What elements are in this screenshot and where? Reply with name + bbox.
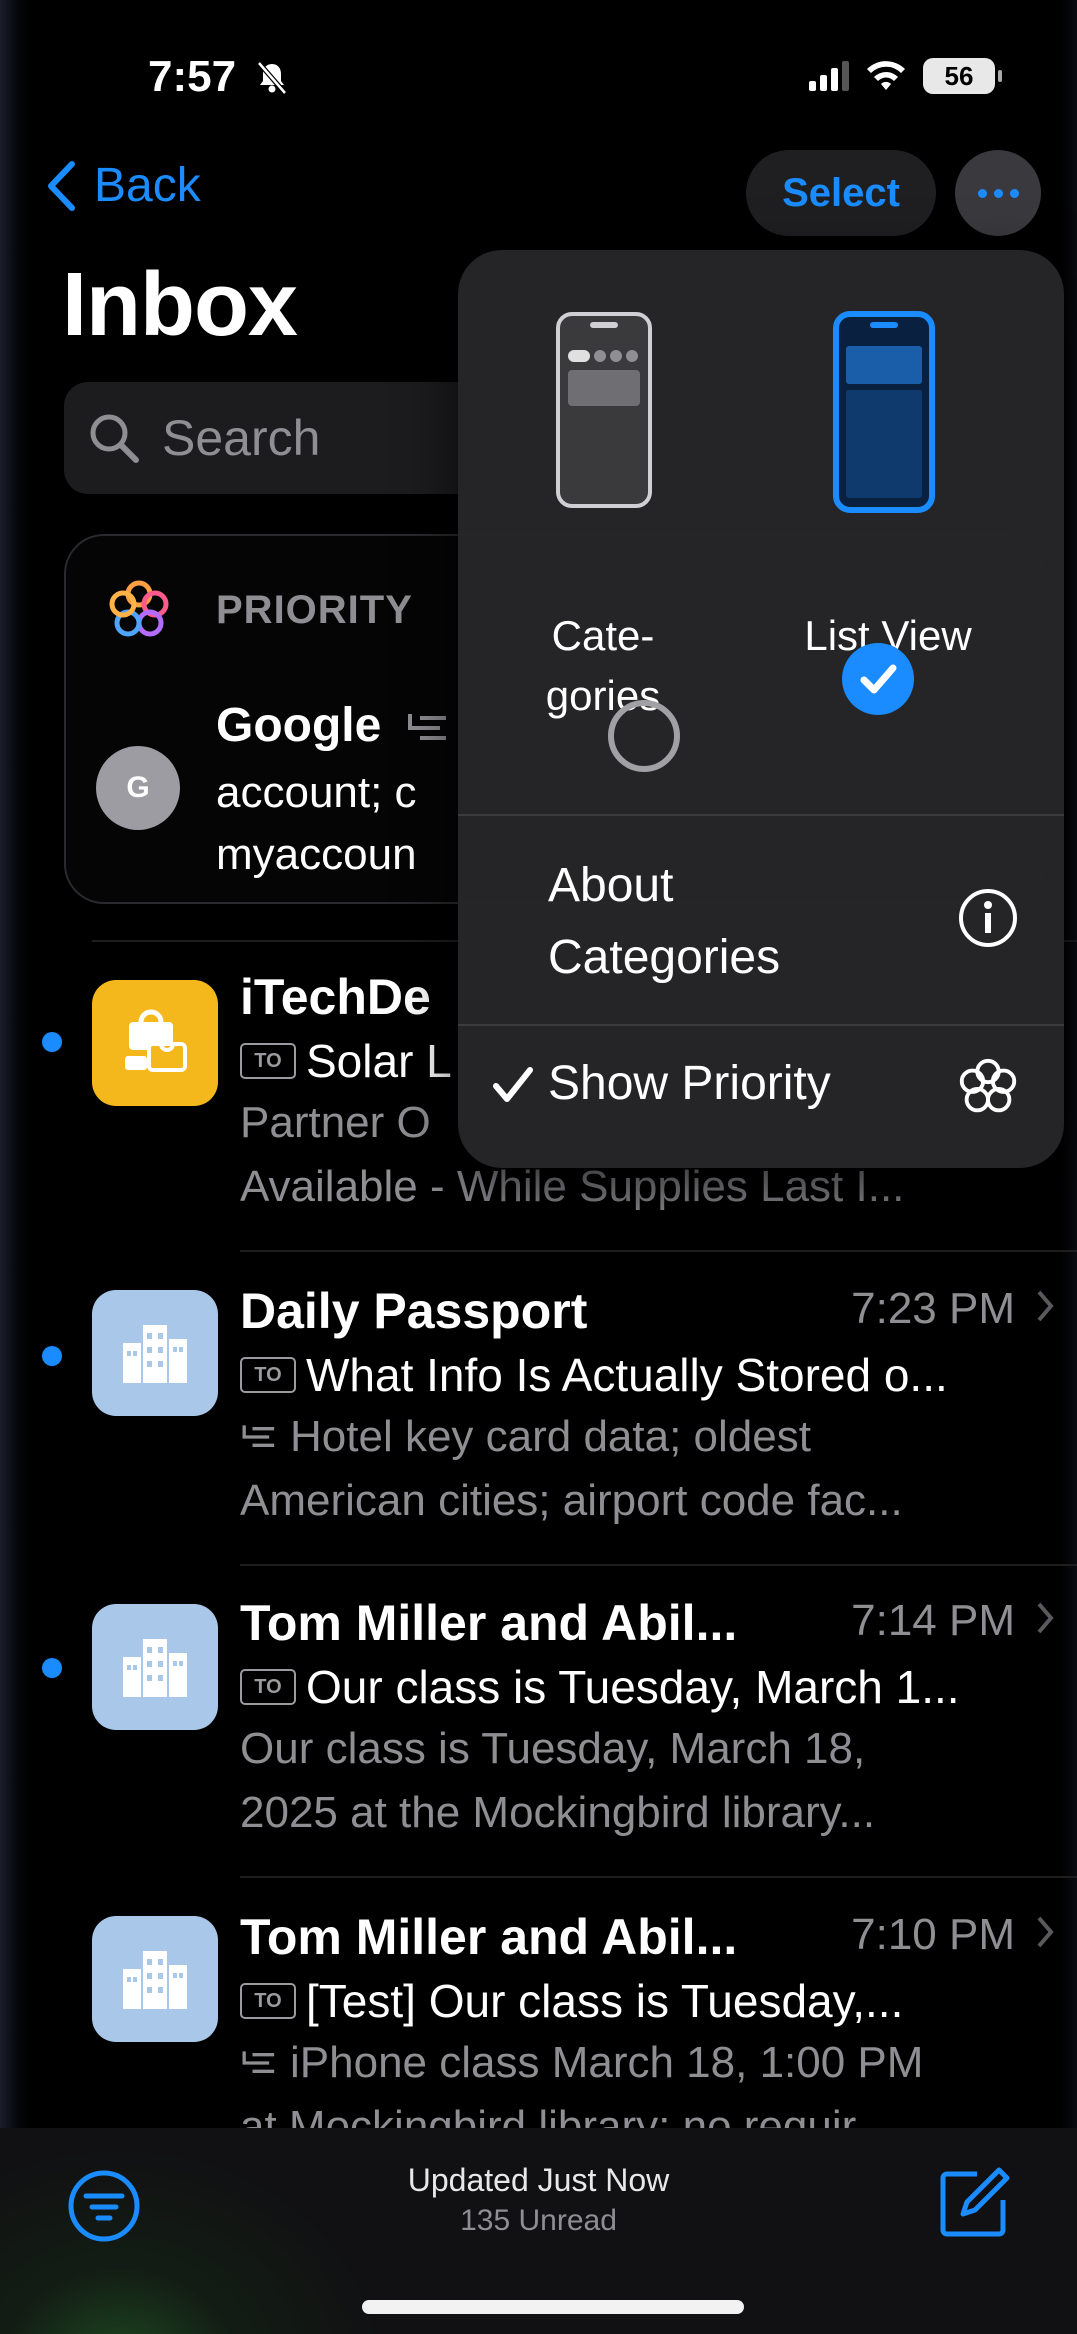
chevron-right-icon [1037, 1602, 1054, 1634]
mail-preview-line2: American cities; airport code fac... [240, 1476, 903, 1525]
list-view-radio-checked[interactable] [842, 643, 914, 715]
status-bar: 7:57 56 [0, 52, 1077, 112]
thread-icon [242, 1425, 275, 1447]
mail-preview-line1: Our class is Tuesday, March 18, [240, 1724, 866, 1773]
unread-dot [42, 1346, 62, 1366]
mail-preview-line1: Hotel key card data; oldest [240, 1412, 811, 1462]
mail-list-item[interactable]: Daily Passport 7:23 PM TO What Info Is A… [0, 1282, 1077, 1592]
show-priority-label: Show Priority [548, 1057, 831, 1110]
mail-preview-text: iPhone class March 18, 1:00 PM [290, 2038, 924, 2087]
compose-icon[interactable] [937, 2166, 1011, 2240]
priority-summary-line1: account; c [216, 768, 417, 817]
chevron-right-icon [1037, 1916, 1054, 1948]
mail-subject: TO What Info Is Actually Stored o... [240, 1348, 948, 1402]
mail-sender: Tom Miller and Abil... [240, 1595, 738, 1651]
mail-preview-line2: 2025 at the Mockingbird library... [240, 1788, 876, 1837]
shopping-bag-icon [92, 980, 218, 1106]
search-icon [90, 414, 139, 463]
thread-icon [242, 2051, 275, 2073]
phone-categories-icon [556, 312, 652, 508]
chevron-left-icon [48, 160, 75, 211]
show-priority-item[interactable]: Show Priority [458, 1026, 1064, 1168]
view-options-menu: Cate- gories List View About Categories … [458, 250, 1064, 1168]
cellular-signal-icon [809, 61, 849, 91]
about-categories-label: About Categories [548, 859, 781, 984]
mail-screen: 7:57 56 Back Select Inbox Search PRIORIT… [0, 0, 1077, 2334]
more-options-button[interactable] [955, 150, 1041, 236]
categories-label: Cate- gories [545, 612, 661, 719]
chevron-right-icon [1037, 1290, 1054, 1322]
priority-summary-line2: myaccoun [216, 830, 417, 879]
back-label: Back [94, 159, 201, 212]
checkmark-icon [493, 1067, 533, 1102]
mail-time: 7:10 PM [851, 1910, 1015, 1959]
avatar: G [96, 746, 180, 830]
mail-preview-line1: iPhone class March 18, 1:00 PM [240, 2038, 923, 2088]
divider [240, 1564, 1077, 1566]
page-title: Inbox [62, 255, 298, 355]
categories-option[interactable]: Cate- gories [498, 310, 718, 730]
wifi-icon [867, 61, 905, 90]
checkmark-icon [860, 664, 897, 694]
mail-preview-line1: Partner O [240, 1098, 431, 1147]
unread-dot [42, 1032, 62, 1052]
search-placeholder: Search [162, 410, 321, 466]
unread-dot [42, 1658, 62, 1678]
mail-subject: TO Solar L [240, 1034, 452, 1088]
phone-list-view-icon [833, 311, 935, 513]
priority-sender: Google [216, 699, 382, 752]
mail-preview-line2: at Mockingbird library; no requir... [240, 2102, 891, 2128]
building-icon [92, 1916, 218, 2042]
bell-slash-icon [257, 61, 287, 95]
divider [240, 1250, 1077, 1252]
divider [240, 1876, 1077, 1878]
unread-count: 135 Unread [460, 2204, 617, 2237]
mail-preview-text: Hotel key card data; oldest [290, 1412, 811, 1461]
to-badge-icon: TO [240, 1983, 296, 2019]
mail-list-item[interactable]: Tom Miller and Abil... 7:14 PM TO Our cl… [0, 1594, 1077, 1904]
to-badge-icon: TO [240, 1043, 296, 1079]
to-badge-icon: TO [240, 1669, 296, 1705]
info-icon [959, 889, 1017, 947]
mail-subject: TO [Test] Our class is Tuesday,... [240, 1974, 903, 2028]
thread-icon [408, 714, 446, 740]
apple-intelligence-icon [959, 1058, 1017, 1113]
building-icon [92, 1290, 218, 1416]
mail-time: 7:14 PM [851, 1596, 1015, 1645]
mail-subject-text: What Info Is Actually Stored o... [306, 1349, 948, 1401]
to-badge-icon: TO [240, 1357, 296, 1393]
mail-subject: TO Our class is Tuesday, March 1... [240, 1660, 960, 1714]
mail-list-item[interactable]: Tom Miller and Abil... 7:10 PM TO [Test]… [0, 1908, 1077, 2128]
mail-time: 7:23 PM [851, 1284, 1015, 1333]
about-categories-item[interactable]: About Categories [458, 816, 1064, 1024]
categories-radio[interactable] [608, 700, 680, 772]
update-status: Updated Just Now [407, 2162, 670, 2198]
mail-subject-text: Our class is Tuesday, March 1... [306, 1661, 960, 1713]
mail-sender: Daily Passport [240, 1283, 588, 1339]
priority-label: PRIORITY [216, 588, 413, 632]
battery-icon: 56 [923, 58, 1002, 94]
mail-subject-text: Solar L [306, 1035, 452, 1087]
status-time: 7:57 [148, 52, 237, 101]
apple-intelligence-icon [109, 580, 169, 637]
building-icon [92, 1604, 218, 1730]
mail-preview-line2: Available - While Supplies Last I... [240, 1162, 905, 1211]
mail-subject-text: [Test] Our class is Tuesday,... [306, 1975, 904, 2027]
select-button[interactable]: Select [746, 150, 936, 236]
back-button[interactable]: Back [46, 158, 201, 213]
home-indicator[interactable] [362, 2300, 744, 2314]
mail-sender: iTechDe [240, 969, 431, 1025]
mail-sender: Tom Miller and Abil... [240, 1909, 738, 1965]
